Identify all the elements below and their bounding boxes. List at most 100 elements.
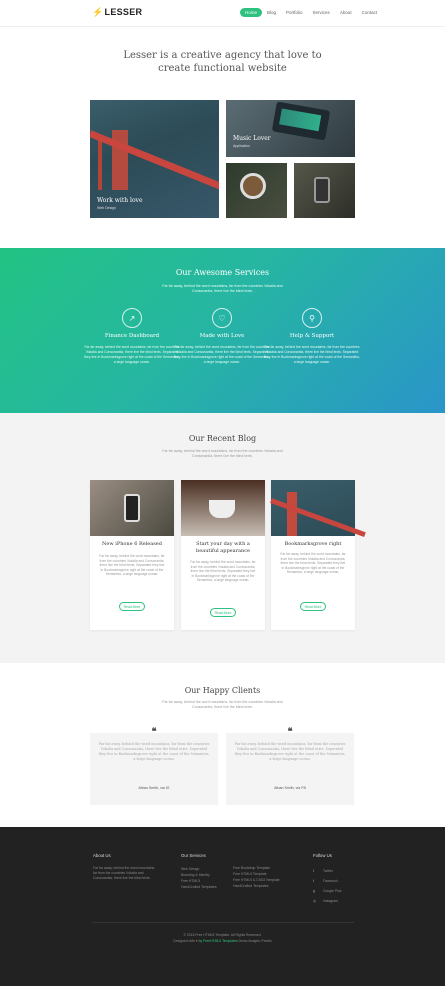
googleplus-icon: g <box>313 889 315 893</box>
hero-title-line-2: create functional website <box>158 63 287 74</box>
portfolio-tile-4[interactable] <box>294 163 355 218</box>
logo-text: LESSER <box>104 7 143 17</box>
quote-icon: ❝ <box>287 727 293 737</box>
main-menu: Home Blog Portfolio Services About Conta… <box>240 8 382 17</box>
service-title: Finance Dashboard <box>104 333 160 339</box>
footer-about: About Us Far far away, behind the word m… <box>93 853 159 881</box>
demo-images-credit[interactable]: Demo Images: Pexels <box>238 939 271 943</box>
portfolio-tile-title: Music Lover <box>233 135 271 142</box>
blog-card[interactable]: Start your day with a beautiful appearan… <box>181 480 265 630</box>
testimonial-author: Athan Smith, via IG <box>138 786 170 790</box>
services-title: Our Awesome Services <box>175 268 270 277</box>
testimonial-text: Far far away, behind the word mountains,… <box>234 742 346 761</box>
social-link-facebook[interactable]: f Facebook <box>313 876 355 886</box>
social-link-googleplus[interactable]: g Google Plus <box>313 886 355 896</box>
blog-card-desc: Far far away, behind the word mountains,… <box>99 554 165 577</box>
footer-follow: Follow Us t Twitter f Facebook g Google Plu… <box>313 853 355 906</box>
footer-link[interactable]: HandCrafted Templates <box>181 884 225 890</box>
blog-card-title[interactable]: Start your day with a beautiful appearan… <box>185 541 261 554</box>
blog-card-image <box>90 480 174 536</box>
credit-prefix: Designed with <box>173 938 195 943</box>
testimonial-card: ❝ Far far away, behind the word mountain… <box>226 727 354 805</box>
footer-link[interactable]: HandCrafted Templates <box>233 883 295 889</box>
portfolio-tile-title: Work with love <box>97 197 143 204</box>
portfolio-tile-3[interactable] <box>226 163 287 218</box>
footer-services-2: Free Bootstrap Template Free HTML5 Templ… <box>233 865 295 889</box>
blog-card-image <box>270 480 366 538</box>
social-link-twitter[interactable]: t Twitter <box>313 866 355 876</box>
menu-item-portfolio[interactable]: Portfolio <box>281 8 308 17</box>
hero-title-line-1: Lesser is a creative agency that love to <box>123 50 322 61</box>
read-more-button[interactable]: Read More <box>119 602 145 611</box>
blog-card-title[interactable]: New iPhone 6 Released <box>94 541 170 548</box>
hero-title: Lesser is a creative agency that love to… <box>0 49 445 75</box>
service-item: ↗ Finance Dashboard Far far away, behind… <box>83 308 181 365</box>
footer-divider <box>92 922 354 923</box>
site-footer: About Us Far far away, behind the word m… <box>0 827 445 986</box>
read-more-button[interactable]: Read More <box>300 602 326 611</box>
service-desc: Far far away, behind the word mountains,… <box>264 345 360 364</box>
menu-item-about[interactable]: About <box>335 8 357 17</box>
copyright-line-2: Designed with ♥ by FreeHTML5 Templates D… <box>0 939 445 945</box>
blog-card-desc: Far far away, behind the word mountains,… <box>280 552 346 575</box>
music-device-image <box>271 101 331 141</box>
social-label: Instagram <box>323 899 339 903</box>
service-item: ⚲ Help & Support Far far away, behind th… <box>263 308 361 365</box>
coffee-cup-image <box>240 173 266 199</box>
portfolio-tile-subtitle: Web Design <box>97 206 117 210</box>
blog-card-desc: Far far away, behind the word mountains,… <box>190 560 256 583</box>
menu-item-services[interactable]: Services <box>308 8 335 17</box>
search-icon: ⚲ <box>302 308 322 328</box>
site-logo[interactable]: ⚡LESSER <box>92 7 142 18</box>
blog-card[interactable]: Bookmarksgrove right Far far away, behin… <box>270 480 366 630</box>
service-title: Made with Love <box>199 333 245 339</box>
bridge-rail <box>90 130 219 193</box>
menu-item-contact[interactable]: Contact <box>357 8 383 17</box>
menu-item-blog[interactable]: Blog <box>262 8 281 17</box>
portfolio-tile-subtitle: Application <box>233 144 251 148</box>
copyright: © 2016 Free HTML5 Template. All Rights R… <box>0 933 445 944</box>
blog-title: Our Recent Blog <box>188 434 257 443</box>
footer-about-heading: About Us <box>93 853 111 858</box>
portfolio-tile-1[interactable]: Work with love Web Design <box>90 100 219 218</box>
read-more-button[interactable]: Read More <box>210 608 236 617</box>
footer-about-text: Far far away, behind the word mountains,… <box>93 866 156 880</box>
social-label: Facebook <box>323 879 338 883</box>
blog-card[interactable]: New iPhone 6 Released Far far away, behi… <box>90 480 174 630</box>
blog-card-title[interactable]: Bookmarksgrove right <box>275 541 351 548</box>
logo-mark-icon: ⚡ <box>92 7 104 17</box>
service-desc: Far far away, behind the word mountains,… <box>174 345 270 364</box>
phone-in-hand-image <box>314 177 330 203</box>
social-label: Twitter <box>323 869 333 873</box>
chart-icon: ↗ <box>122 308 142 328</box>
blog-section: Our Recent Blog Far far away, behind the… <box>0 413 445 663</box>
instagram-icon: ◎ <box>313 899 316 903</box>
facebook-icon: f <box>313 879 314 883</box>
social-label: Google Plus <box>323 889 342 893</box>
menu-item-home[interactable]: Home <box>240 8 263 17</box>
service-item: ♡ Made with Love Far far away, behind th… <box>173 308 271 365</box>
social-link-instagram[interactable]: ◎ Instagram <box>313 896 355 906</box>
quote-icon: ❝ <box>151 727 157 737</box>
heart-icon: ♥ <box>195 938 198 943</box>
twitter-icon: t <box>313 869 314 873</box>
testimonial-author: Athan Smith, via FB <box>274 786 306 790</box>
service-desc: Far far away, behind the word mountains,… <box>84 345 180 364</box>
service-title: Help & Support <box>289 333 335 339</box>
testimonial-text: Far far away, behind the word mountains,… <box>98 742 210 761</box>
testimonial-card: ❝ Far far away, behind the word mountain… <box>90 727 218 805</box>
heart-icon: ♡ <box>212 308 232 328</box>
clients-title: Our Happy Clients <box>184 686 261 695</box>
blog-card-image <box>181 480 265 536</box>
portfolio-tile-2[interactable]: Music Lover Application <box>226 100 355 157</box>
services-section: Our Awesome Services Far far away, behin… <box>0 248 445 413</box>
footer-services: Our Services Web Design Branding & Ident… <box>181 853 225 890</box>
credit-link[interactable]: by FreeHTML5 Templates <box>199 939 238 943</box>
footer-services-heading: Our Services <box>181 853 206 858</box>
blog-intro: Far far away, behind the word mountains,… <box>162 449 283 458</box>
top-navbar: ⚡LESSER Home Blog Portfolio Services Abo… <box>0 0 445 27</box>
clients-intro: Far far away, behind the word mountains,… <box>162 700 283 709</box>
services-intro: Far far away, behind the word mountains,… <box>162 284 283 293</box>
footer-follow-heading: Follow Us <box>313 853 332 858</box>
bridge-image <box>98 140 102 190</box>
